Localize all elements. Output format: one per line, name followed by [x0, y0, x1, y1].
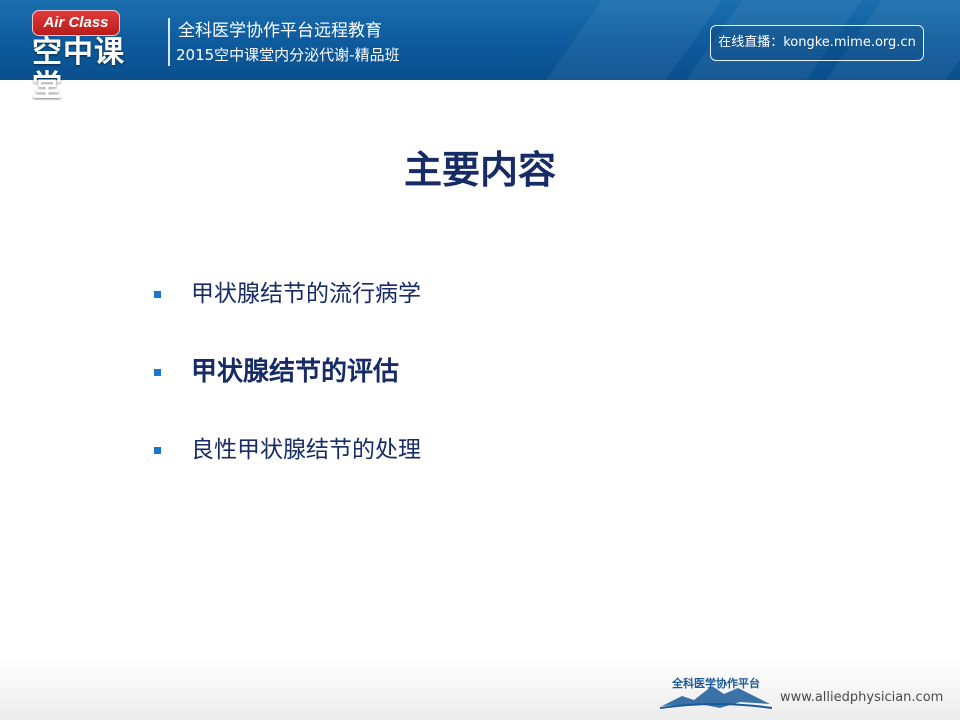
bullet-item: 甲状腺结节的流行病学	[154, 268, 854, 320]
square-bullet-icon	[154, 446, 161, 454]
footer-bar	[0, 658, 960, 720]
header-divider	[168, 18, 170, 66]
square-bullet-icon	[154, 290, 161, 298]
logo-chinese-title: 空中课堂	[32, 35, 125, 104]
bullet-text: 良性甲状腺结节的处理	[191, 437, 421, 463]
air-class-logo: Air Class	[32, 10, 120, 36]
footer-url-link[interactable]: www.alliedphysician.com	[780, 690, 943, 706]
bullet-item-highlighted: 甲状腺结节的评估	[154, 346, 854, 398]
live-stream-link[interactable]: 在线直播：kongke.mime.org.cn	[710, 25, 924, 61]
square-bullet-icon	[154, 368, 161, 376]
course-title: 2015空中课堂内分泌代谢-精品班	[176, 46, 400, 64]
bullet-text: 甲状腺结节的评估	[191, 357, 400, 387]
platform-title: 全科医学协作平台远程教育	[178, 21, 382, 41]
bullet-text: 甲状腺结节的流行病学	[191, 281, 421, 307]
content-bullet-list: 甲状腺结节的流行病学 甲状腺结节的评估 良性甲状腺结节的处理	[154, 268, 854, 502]
bullet-item: 良性甲状腺结节的处理	[154, 424, 854, 476]
footer-platform-name: 全科医学协作平台	[672, 677, 760, 690]
slide-title: 主要内容	[403, 148, 556, 192]
